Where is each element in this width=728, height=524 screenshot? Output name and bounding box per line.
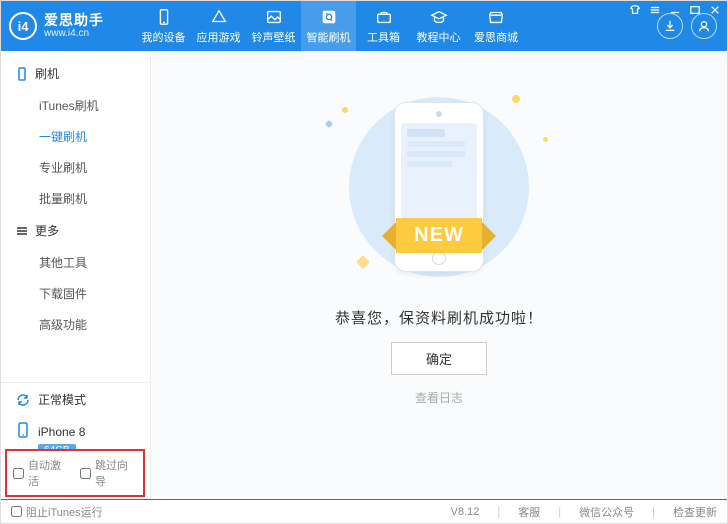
device-mode-label: 正常模式: [38, 391, 86, 408]
nav-tutorials[interactable]: 教程中心: [411, 1, 466, 51]
sidebar-item-other-tools[interactable]: 其他工具: [1, 247, 150, 278]
logo-icon: i4: [9, 12, 37, 40]
sidebar-item-itunes-flash[interactable]: iTunes刷机: [1, 90, 150, 121]
nav-ringtones[interactable]: 铃声壁纸: [246, 1, 301, 51]
app-header: i4 爱思助手 www.i4.cn 我的设备 应用游戏 铃声壁纸 智能刷机 工具…: [1, 1, 727, 51]
nav-apps[interactable]: 应用游戏: [191, 1, 246, 51]
version-label: V8.12: [451, 506, 480, 518]
refresh-icon: [15, 392, 31, 408]
phone-icon: [155, 8, 173, 26]
minimize-icon[interactable]: [669, 4, 681, 16]
device-phone-icon: [15, 422, 31, 441]
sidebar-item-download-fw[interactable]: 下载固件: [1, 278, 150, 309]
sidebar-item-pro-flash[interactable]: 专业刷机: [1, 152, 150, 183]
download-button[interactable]: [657, 13, 683, 39]
success-illustration: NEW: [324, 87, 554, 287]
logo[interactable]: i4 爱思助手 www.i4.cn: [1, 1, 136, 51]
menu-small-icon: [15, 224, 29, 238]
sidebar-item-onekey-flash[interactable]: 一键刷机: [1, 121, 150, 152]
menu-icon[interactable]: [649, 4, 661, 16]
sidebar-item-advanced[interactable]: 高级功能: [1, 309, 150, 340]
sidebar-group-flash[interactable]: 刷机: [1, 57, 150, 90]
ok-button[interactable]: 确定: [391, 342, 487, 375]
nav-my-device[interactable]: 我的设备: [136, 1, 191, 51]
footer-link-support[interactable]: 客服: [518, 504, 540, 520]
flash-icon: [320, 8, 338, 26]
logo-title: 爱思助手: [44, 13, 104, 28]
sidebar-item-batch-flash[interactable]: 批量刷机: [1, 183, 150, 214]
sidebar-group-more[interactable]: 更多: [1, 214, 150, 247]
footer-link-wechat[interactable]: 微信公众号: [579, 504, 634, 520]
tshirt-icon[interactable]: [629, 4, 641, 16]
device-mode-row[interactable]: 正常模式: [1, 383, 150, 416]
nav-flash[interactable]: 智能刷机: [301, 1, 356, 51]
nav-toolbox[interactable]: 工具箱: [356, 1, 411, 51]
footer-link-update[interactable]: 检查更新: [673, 504, 717, 520]
highlight-options: 自动激活 跳过向导: [5, 449, 145, 497]
wallpaper-icon: [265, 8, 283, 26]
store-icon: [487, 8, 505, 26]
apps-icon: [210, 8, 228, 26]
maximize-icon[interactable]: [689, 4, 701, 16]
view-log-link[interactable]: 查看日志: [415, 389, 463, 406]
status-bar: 阻止iTunes运行 V8.12 | 客服 | 微信公众号 | 检查更新: [1, 499, 727, 523]
skip-wizard-checkbox[interactable]: 跳过向导: [80, 457, 137, 489]
auto-activate-checkbox[interactable]: 自动激活: [13, 457, 70, 489]
nav-store[interactable]: 爱思商城: [466, 1, 526, 51]
graduation-icon: [430, 8, 448, 26]
close-icon[interactable]: [709, 4, 721, 16]
new-ribbon: NEW: [396, 218, 482, 253]
logo-subtitle: www.i4.cn: [44, 28, 104, 40]
main-nav: 我的设备 应用游戏 铃声壁纸 智能刷机 工具箱 教程中心 爱思商城: [136, 1, 649, 51]
main-panel: NEW 恭喜您，保资料刷机成功啦！ 确定 查看日志: [151, 51, 727, 499]
success-text: 恭喜您，保资料刷机成功啦！: [335, 307, 543, 328]
toolbox-icon: [375, 8, 393, 26]
user-button[interactable]: [691, 13, 717, 39]
phone-small-icon: [15, 67, 29, 81]
block-itunes-checkbox[interactable]: 阻止iTunes运行: [11, 504, 103, 520]
sidebar: 刷机 iTunes刷机 一键刷机 专业刷机 批量刷机 更多 其他工具 下载固件 …: [1, 51, 151, 499]
device-name: iPhone 8: [38, 425, 85, 439]
